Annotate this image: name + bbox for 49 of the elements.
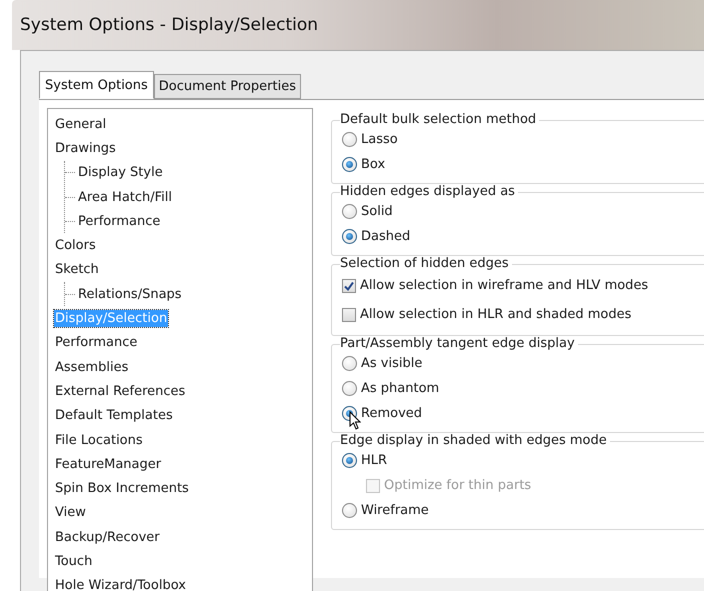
option-label: As phantom (361, 381, 440, 396)
window-title: System Options - Display/Selection (20, 15, 318, 35)
tree-item[interactable]: Colors (54, 237, 97, 254)
group-label: Edge display in shaded with edges mode (340, 433, 610, 448)
option-label: HLR (361, 453, 388, 468)
radio-button[interactable] (342, 503, 357, 518)
option-label: As visible (361, 356, 422, 371)
option-label: Wireframe (361, 503, 429, 518)
tree-item[interactable]: Display Style (77, 164, 164, 182)
radio-button[interactable] (342, 453, 357, 468)
tree-item[interactable]: Drawings (54, 140, 117, 157)
tab[interactable]: System Options (39, 71, 154, 99)
radio-button[interactable] (342, 204, 357, 219)
tree-item[interactable]: Touch (54, 552, 94, 570)
option-label: Solid (361, 204, 393, 219)
tree-item[interactable]: Performance (77, 212, 162, 230)
tree-item[interactable]: Backup/Recover (54, 528, 161, 546)
option-label: Dashed (361, 229, 410, 244)
tree-item[interactable]: Assemblies (54, 358, 130, 376)
checkbox[interactable] (342, 308, 356, 322)
cursor-icon (349, 411, 361, 430)
option-label: Optimize for thin parts (384, 478, 532, 493)
group-label: Selection of hidden edges (340, 256, 512, 271)
tree-item[interactable]: Hole Wizard/Toolbox (54, 577, 187, 591)
radio-button[interactable] (342, 157, 357, 172)
option-label: Lasso (361, 132, 398, 147)
tree-item[interactable]: External References (54, 382, 186, 400)
group-label: Hidden edges displayed as (340, 184, 518, 199)
radio-button[interactable] (342, 381, 357, 396)
option-label: Allow selection in wireframe and HLV modes (360, 278, 648, 293)
radio-button[interactable] (342, 356, 357, 371)
radio-button[interactable] (342, 229, 357, 244)
option-label: Box (361, 157, 386, 172)
checkbox[interactable] (342, 278, 356, 292)
tree-item[interactable]: Performance (54, 334, 138, 352)
tree-item[interactable]: Default Templates (54, 407, 174, 424)
tree-item[interactable]: General (54, 116, 108, 133)
tree-item[interactable]: Spin Box Increments (54, 480, 190, 498)
radio-button[interactable] (342, 132, 357, 147)
group-label: Part/Assembly tangent edge display (340, 336, 578, 351)
option-label: Allow selection in HLR and shaded modes (360, 307, 632, 322)
tree-item[interactable]: File Locations (54, 432, 144, 448)
tree-item[interactable]: Area Hatch/Fill (77, 188, 174, 206)
tab[interactable]: Document Properties (154, 74, 301, 99)
tree-item[interactable]: FeatureManager (54, 456, 162, 473)
tree-item[interactable]: Relations/Snaps (77, 286, 183, 303)
tree-item[interactable]: Sketch (54, 261, 100, 278)
option-label: Removed (361, 406, 422, 421)
tree-item[interactable]: View (54, 504, 87, 522)
